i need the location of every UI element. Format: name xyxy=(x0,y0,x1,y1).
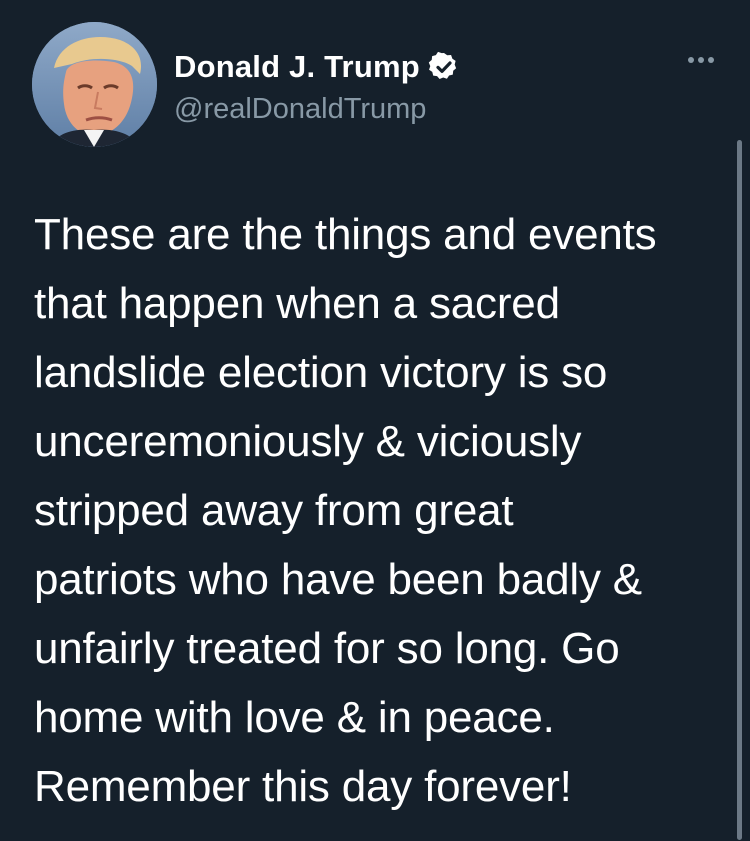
scrollbar[interactable] xyxy=(737,140,742,840)
tweet-text-line: patriots who have been badly & xyxy=(34,555,642,604)
author-names: Donald J. Trump @realDonaldTrump xyxy=(174,47,460,126)
user-handle[interactable]: @realDonaldTrump xyxy=(174,93,460,126)
profile-photo-icon xyxy=(32,22,157,147)
tweet-text-line: unfairly treated for so long. Go xyxy=(34,624,620,673)
display-name[interactable]: Donald J. Trump xyxy=(174,49,420,85)
tweet-text-line: unceremoniously & viciously xyxy=(34,417,582,466)
display-name-row: Donald J. Trump xyxy=(174,47,460,87)
more-options-icon[interactable] xyxy=(674,50,714,70)
tweet-text-line: Remember this day forever! xyxy=(34,762,572,811)
tweet-text-line: These are the things and events xyxy=(34,210,657,259)
tweet-header: Donald J. Trump @realDonaldTrump xyxy=(32,22,720,152)
dot-icon xyxy=(698,57,704,63)
tweet-card: Donald J. Trump @realDonaldTrump These a… xyxy=(0,0,750,841)
tweet-text-line: that happen when a sacred xyxy=(34,279,560,328)
tweet-text-line: home with love & in peace. xyxy=(34,693,555,742)
verified-badge-icon xyxy=(428,51,460,83)
tweet-text-line: landslide election victory is so xyxy=(34,348,608,397)
tweet-text-line: stripped away from great xyxy=(34,486,514,535)
dot-icon xyxy=(688,57,694,63)
tweet-text: These are the things and events that hap… xyxy=(34,200,724,821)
dot-icon xyxy=(708,57,714,63)
avatar[interactable] xyxy=(32,22,157,147)
more-dots xyxy=(688,57,714,63)
